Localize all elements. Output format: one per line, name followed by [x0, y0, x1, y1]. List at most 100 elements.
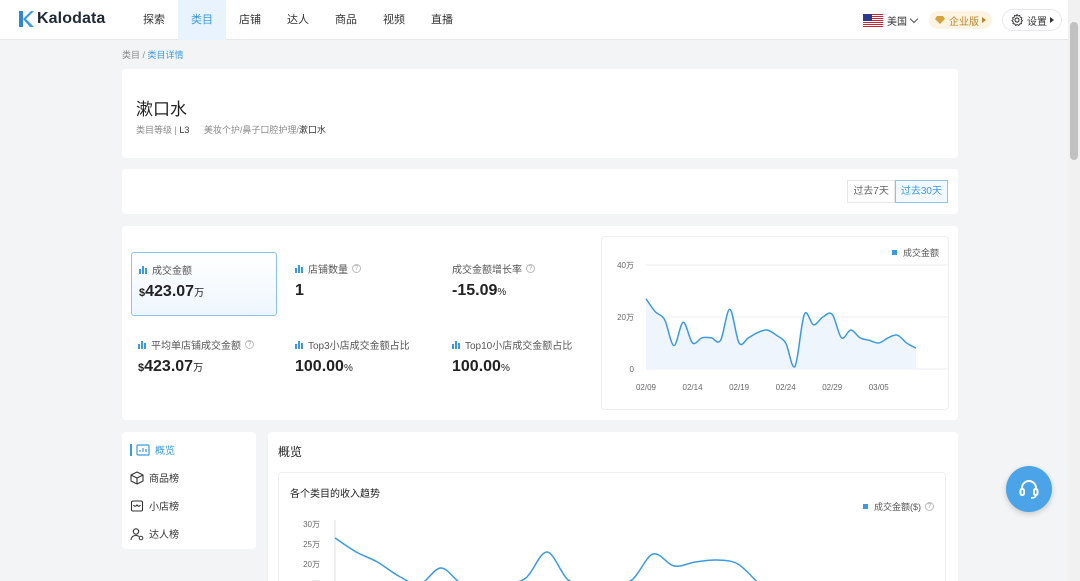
caret-right-icon — [1050, 17, 1054, 23]
active-indicator — [130, 443, 132, 456]
category-path-leaf: 漱口水 — [298, 125, 326, 135]
stat-value-row: $423.07万 — [138, 358, 203, 376]
x-tick-label: 02/14 — [683, 383, 704, 392]
nav-item-explore[interactable]: 探索 — [130, 0, 178, 40]
stat-unit: 万 — [194, 288, 205, 299]
stat-value: 423.07 — [144, 358, 194, 375]
help-icon[interactable]: ? — [526, 264, 535, 273]
help-icon[interactable]: ? — [925, 502, 934, 511]
nav-item-shop[interactable]: 店铺 — [226, 0, 274, 40]
page-scrollbar[interactable] — [1068, 0, 1080, 581]
help-icon[interactable]: ? — [245, 340, 254, 349]
country-selector[interactable]: 美国 — [863, 13, 919, 28]
range-tab-30d[interactable]: 过去30天 — [894, 180, 948, 203]
overview-title: 概览 — [278, 445, 303, 459]
gmv-trend-chart: 成交金额 40万 20万 0 02/09 02/14 02/19 02/24 02/29 03/… — [601, 236, 949, 410]
y-tick-label: 20万 — [617, 313, 634, 322]
stat-avg-shop-gmv[interactable]: 平均单店铺成交金额 ? $423.07万 — [131, 328, 277, 392]
chart-legend[interactable]: 成交金额($) ? — [863, 500, 934, 513]
date-range-tabs: 过去7天 过去30天 — [847, 180, 948, 203]
side-item-creators[interactable]: 达人榜 — [130, 526, 179, 541]
revenue-trend-title: 各个类目的收入趋势 — [290, 489, 380, 500]
settings-button[interactable]: 设置 — [1002, 9, 1062, 31]
category-level: L3 — [179, 125, 190, 135]
stat-top3-share[interactable]: Top3小店成交金额占比 100.00% — [288, 328, 434, 392]
date-range-card: 过去7天 过去30天 — [122, 169, 958, 214]
side-item-overview[interactable]: 概览 — [130, 442, 175, 457]
stat-unit: % — [343, 363, 353, 374]
nav-item-product[interactable]: 商品 — [322, 0, 370, 40]
category-path: 美妆个护/鼻子口腔护理/漱口水 — [204, 125, 326, 135]
nav-item-category[interactable]: 类目 — [178, 0, 226, 40]
stat-top10-share[interactable]: Top10小店成交金额占比 100.00% — [445, 328, 591, 392]
stat-unit: % — [500, 363, 510, 374]
stat-label: Top10小店成交金额占比 — [465, 341, 573, 352]
bar-chart-icon — [138, 340, 147, 349]
stats-card: 成交金额 $423.07万 店铺数量 ? 1 成交金额增长率 ? -15.09%… — [122, 226, 958, 420]
stat-value-row: $423.07万 — [139, 283, 204, 301]
stat-label-row: 成交金额 — [139, 262, 192, 277]
chart-icon — [136, 443, 150, 456]
bar-chart-icon — [452, 340, 461, 349]
breadcrumb-parent[interactable]: 类目 — [122, 50, 140, 60]
chart-legend[interactable]: 成交金额 — [891, 246, 939, 259]
stat-shop-count[interactable]: 店铺数量 ? 1 — [288, 252, 434, 316]
bar-chart-icon — [295, 264, 304, 273]
category-meta: 类目等级 | L3 美妆个护/鼻子口腔护理/漱口水 — [136, 123, 326, 136]
stat-label-row: Top3小店成交金额占比 — [295, 337, 410, 352]
y-tick-label: 25万 — [303, 540, 320, 549]
stat-gmv[interactable]: 成交金额 $423.07万 — [131, 252, 277, 316]
nav-item-video[interactable]: 视频 — [370, 0, 418, 40]
range-tab-7d[interactable]: 过去7天 — [847, 180, 895, 203]
top-navbar: Kalodata 探索 类目 店铺 达人 商品 视频 直播 美国 企业版 设置 — [0, 0, 1068, 40]
header-tools: 美国 企业版 设置 — [863, 9, 1062, 31]
stat-label: 成交金额增长率 — [452, 265, 522, 276]
area-fill — [646, 298, 916, 369]
caret-right-icon — [982, 17, 986, 23]
section-side-menu: 概览 商品榜 小店榜 达人榜 — [122, 432, 256, 549]
headset-icon — [1019, 480, 1039, 499]
side-item-shops[interactable]: 小店榜 — [130, 498, 179, 513]
plan-badge[interactable]: 企业版 — [929, 11, 992, 29]
stat-value: 423.07 — [145, 283, 195, 300]
y-tick-label: 30万 — [303, 520, 320, 529]
side-item-products[interactable]: 商品榜 — [130, 470, 179, 485]
side-item-label: 小店榜 — [149, 502, 179, 513]
stat-value: -15.09 — [452, 282, 498, 299]
stat-value: 1 — [295, 282, 304, 299]
x-tick-label: 02/29 — [822, 383, 843, 392]
brand-name: Kalodata — [37, 10, 106, 27]
x-tick-label: 02/19 — [729, 383, 750, 392]
legend-label: 成交金额 — [902, 248, 939, 258]
country-label: 美国 — [887, 16, 907, 28]
stat-label: 平均单店铺成交金额 — [151, 341, 241, 352]
breadcrumb: 类目 / 类目详情 — [122, 48, 184, 61]
nav-item-creator[interactable]: 达人 — [274, 0, 322, 40]
box-icon — [130, 470, 144, 485]
legend-swatch — [891, 250, 897, 255]
stat-growth-rate[interactable]: 成交金额增长率 ? -15.09% — [445, 252, 591, 316]
scrollbar-thumb[interactable] — [1070, 22, 1078, 160]
gear-icon — [1011, 13, 1024, 26]
main-nav: 探索 类目 店铺 达人 商品 视频 直播 — [130, 0, 466, 40]
stat-label: 店铺数量 — [308, 265, 348, 276]
nav-item-live[interactable]: 直播 — [418, 0, 466, 40]
legend-label: 成交金额($) — [874, 502, 921, 512]
category-header-card: 漱口水 类目等级 | L3 美妆个护/鼻子口腔护理/漱口水 — [122, 69, 958, 158]
stat-value-row: 100.00% — [452, 358, 510, 376]
kalodata-logo[interactable]: Kalodata — [18, 10, 105, 28]
stat-label-row: 店铺数量 ? — [295, 261, 361, 276]
revenue-trend-card: 各个类目的收入趋势 成交金额($) ? 30万25万20万15万 — [278, 472, 946, 581]
gmv-trend-svg: 40万 20万 002/09 02/14 02/19 02/24 02/29 03/05 — [617, 261, 948, 392]
y-tick-label: 0 — [630, 365, 635, 374]
settings-label: 设置 — [1027, 16, 1047, 28]
breadcrumb-current: 类目详情 — [147, 50, 184, 60]
support-button[interactable] — [1006, 466, 1052, 512]
stat-value-row: 1 — [295, 282, 304, 300]
us-flag-icon — [863, 13, 883, 27]
user-icon — [130, 527, 144, 540]
stat-value: 100.00 — [295, 358, 344, 375]
help-icon[interactable]: ? — [352, 264, 361, 273]
page-title: 漱口水 — [136, 100, 187, 119]
stat-label: 成交金额 — [152, 266, 192, 277]
